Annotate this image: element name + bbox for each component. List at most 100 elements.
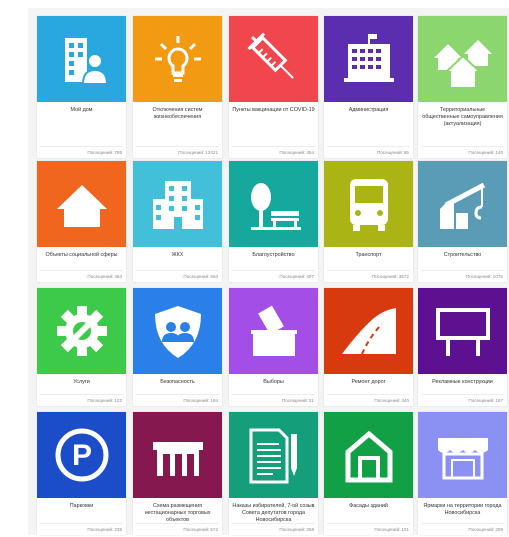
card-title[interactable]: Объекты социальной сферы: [40, 252, 123, 259]
card-title[interactable]: Ремонт дорог: [327, 379, 410, 386]
visit-count-value: 340: [401, 398, 409, 403]
government-building-icon: [343, 34, 394, 82]
card-tile[interactable]: [229, 16, 318, 102]
card-tile[interactable]: [229, 412, 318, 498]
card-divider: [136, 270, 219, 271]
card-title[interactable]: Пункты вакцинации от COVID-19: [232, 107, 315, 114]
card-divider: [327, 394, 410, 395]
visit-count-value: 484: [114, 274, 122, 279]
light-bulb-icon: [154, 36, 201, 82]
card-tile[interactable]: [324, 16, 413, 102]
card-title[interactable]: Фасады зданий: [327, 503, 410, 510]
card-tile[interactable]: [418, 16, 507, 102]
catalog-card[interactable]: Объекты социальной сферы Посещений:484: [37, 161, 126, 282]
catalog-card[interactable]: Пункты вакцинации от COVID-19 Посещений:4…: [229, 16, 318, 158]
card-divider: [40, 146, 123, 147]
catalog-card[interactable]: Услуги Посещений:122: [37, 288, 126, 406]
card-tile[interactable]: [229, 288, 318, 374]
card-tile[interactable]: [229, 161, 318, 247]
visit-count-value: 407: [306, 274, 314, 279]
visit-count-value: 1076: [492, 274, 503, 279]
visit-count-label: Посещений:: [468, 527, 495, 532]
card-title[interactable]: Безопасность: [136, 379, 219, 386]
card-tile[interactable]: [324, 412, 413, 498]
card-divider: [421, 270, 504, 271]
card-title[interactable]: Ярмарки на территории города Новосибирск…: [421, 503, 504, 517]
card-tile[interactable]: [133, 412, 222, 498]
catalog-card[interactable]: Отключения систем жизнеобеспечения Посеще…: [133, 16, 222, 158]
visit-count: Посещений:484: [87, 274, 122, 279]
card-title[interactable]: Выборы: [232, 379, 315, 386]
visit-count: Посещений:197: [468, 398, 503, 403]
catalog-grid: Мой дом Посещений:785 Отключения систем ж…: [28, 8, 509, 535]
visit-count-label: Посещений:: [87, 274, 114, 279]
card-title[interactable]: Рекламные конструкции: [421, 379, 504, 386]
catalog-card[interactable]: Транспорт Посещений:3572: [324, 161, 413, 282]
catalog-card[interactable]: Безопасность Посещений:194: [133, 288, 222, 406]
visit-count: Посещений:785: [87, 150, 122, 155]
catalog-card[interactable]: Благоустройство Посещений:407: [229, 161, 318, 282]
catalog-card[interactable]: Администрация Посещений:65: [324, 16, 413, 158]
catalog-card[interactable]: Схема размещения нестационарных торговых…: [133, 412, 222, 535]
visit-count: Посещений:101: [374, 527, 409, 532]
visit-count: Посещений:209: [468, 527, 503, 532]
syringe-icon: [246, 32, 294, 79]
catalog-card[interactable]: ЖКХ Посещений:554: [133, 161, 222, 282]
visit-count-label: Посещений:: [183, 398, 210, 403]
card-title[interactable]: Наказы избирателей, 7-ой созыв Совета де…: [232, 503, 315, 524]
card-title[interactable]: Администрация: [327, 107, 410, 114]
card-divider: [232, 394, 315, 395]
card-tile[interactable]: [418, 288, 507, 374]
card-title[interactable]: ЖКХ: [136, 252, 219, 259]
card-title[interactable]: Транспорт: [327, 252, 410, 259]
card-tile[interactable]: [324, 161, 413, 247]
card-tile[interactable]: [324, 288, 413, 374]
card-title[interactable]: Строительство: [421, 252, 504, 259]
card-tile[interactable]: [37, 16, 126, 102]
card-title[interactable]: Схема размещения нестационарных торговых…: [136, 503, 219, 524]
catalog-card[interactable]: Ремонт дорог Посещений:340: [324, 288, 413, 406]
card-divider: [421, 394, 504, 395]
visit-count-value: 235: [114, 527, 122, 532]
card-title[interactable]: Территориальные общественные самоуправле…: [421, 107, 504, 128]
catalog-card[interactable]: Строительство Посещений:1076: [418, 161, 507, 282]
catalog-card[interactable]: Наказы избирателей, 7-ой созыв Совета де…: [229, 412, 318, 535]
visit-count-value: 554: [210, 274, 218, 279]
catalog-card[interactable]: Мой дом Посещений:785: [37, 16, 126, 158]
card-title[interactable]: Благоустройство: [232, 252, 315, 259]
visit-count-label: Посещений:: [281, 398, 308, 403]
catalog-card[interactable]: Выборы Посещений:31: [229, 288, 318, 406]
card-tile[interactable]: [418, 161, 507, 247]
card-title[interactable]: Услуги: [40, 379, 123, 386]
catalog-card[interactable]: Фасады зданий Посещений:101: [324, 412, 413, 535]
catalog-card[interactable]: P Парковки Посещений:235: [37, 412, 126, 535]
visit-count-label: Посещений:: [87, 398, 114, 403]
card-tile[interactable]: P: [37, 412, 126, 498]
card-tile[interactable]: [133, 16, 222, 102]
parking-icon: P: [55, 428, 108, 482]
card-tile[interactable]: [133, 288, 222, 374]
card-tile[interactable]: [418, 412, 507, 498]
card-divider: [232, 146, 315, 147]
catalog-card[interactable]: Территориальные общественные самоуправле…: [418, 16, 507, 158]
card-title[interactable]: Парковки: [40, 503, 123, 510]
visit-count-value: 101: [401, 527, 409, 532]
visit-count-label: Посещений:: [465, 274, 492, 279]
ballot-box-icon: [250, 305, 297, 356]
card-title[interactable]: Отключения систем жизнеобеспечения: [136, 107, 219, 121]
visit-count-label: Посещений:: [279, 150, 306, 155]
card-divider: [327, 270, 410, 271]
houses-icon: [433, 40, 492, 89]
visit-count-label: Посещений:: [183, 527, 210, 532]
card-tile[interactable]: [133, 161, 222, 247]
kiosk-icon: [152, 442, 203, 476]
visit-count-value: 194: [210, 398, 218, 403]
card-title[interactable]: Мой дом: [40, 107, 123, 114]
card-divider: [136, 394, 219, 395]
card-divider: [327, 146, 410, 147]
card-tile[interactable]: [37, 288, 126, 374]
apartment-building-icon: [152, 181, 203, 229]
catalog-card[interactable]: Ярмарки на территории города Новосибирск…: [418, 412, 507, 535]
card-tile[interactable]: [37, 161, 126, 247]
catalog-card[interactable]: Рекламные конструкции Посещений:197: [418, 288, 507, 406]
